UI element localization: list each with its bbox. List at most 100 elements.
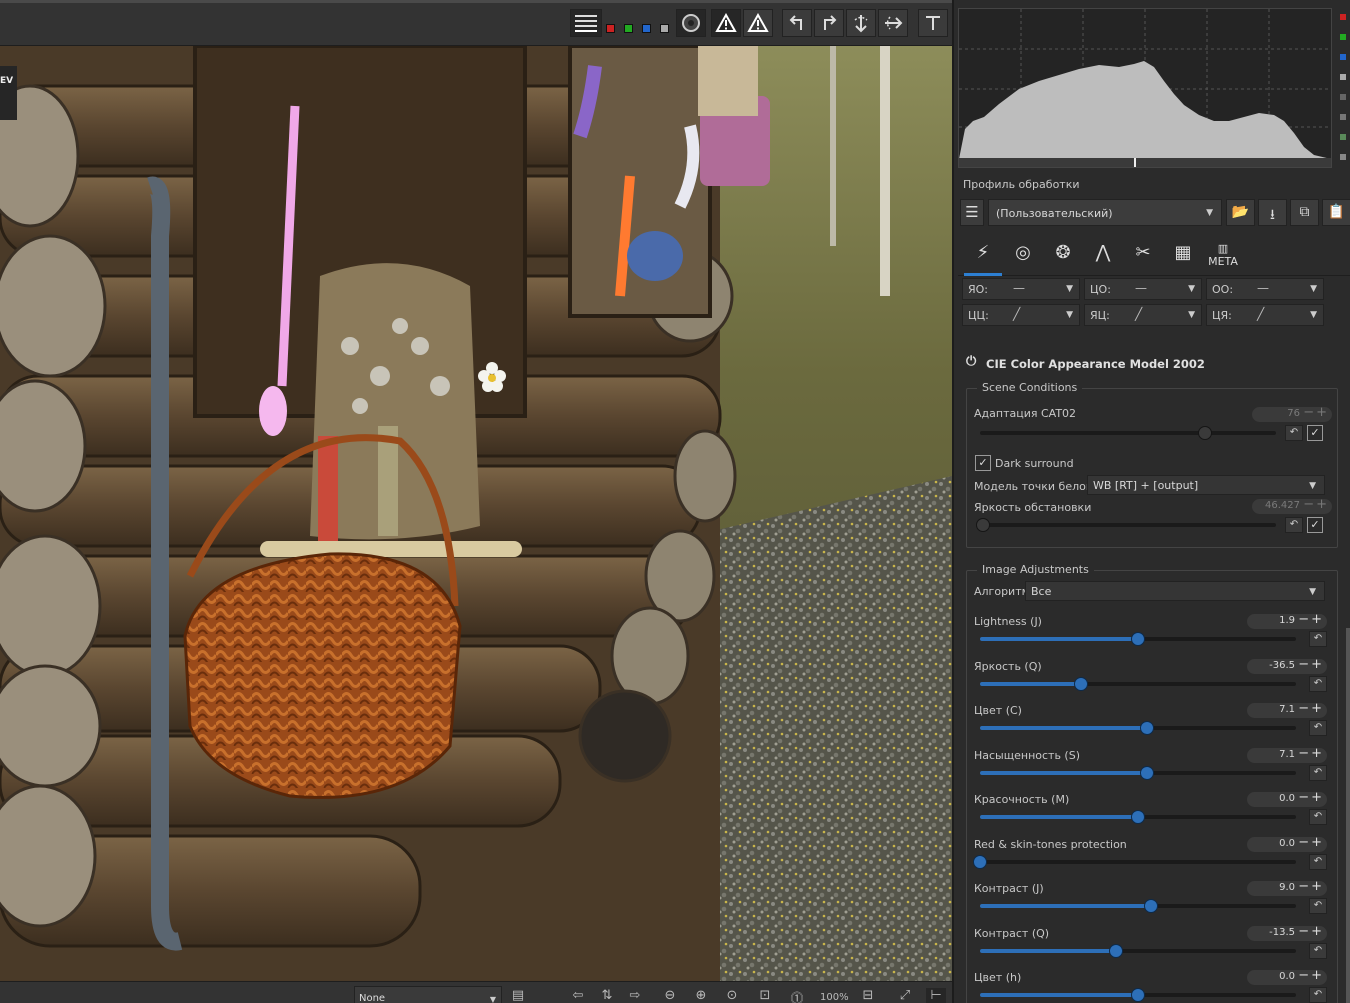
adjustment-value-box[interactable]: 0.0 −+ [1247,790,1327,807]
paste-profile-icon[interactable]: 📋 [1322,199,1350,226]
filmstrip-icon[interactable]: ▤ [508,988,528,1003]
reset-icon[interactable]: ↶ [1309,987,1327,1003]
reset-icon[interactable]: ↶ [1309,853,1327,870]
hist-mode-toggle[interactable] [1340,134,1346,140]
curve-mode-5[interactable]: ЯЦ: ╱ ▼ [1084,304,1202,326]
rotate-left-icon[interactable] [782,9,812,37]
adaptation-slider-knob[interactable] [1197,426,1212,440]
red-channel-toggle[interactable] [606,24,615,33]
reset-icon[interactable]: ↶ [1309,942,1327,959]
adjustment-value-box[interactable]: -36.5 −+ [1247,657,1327,674]
hist-chroma-toggle[interactable] [1340,94,1346,100]
tab-detail-icon[interactable]: ◎ [1008,242,1038,272]
new-detail-window-icon[interactable]: ⊟ [858,988,878,1003]
adjustment-slider[interactable] [980,943,1296,958]
highlight-clipping-warning-icon[interactable] [743,9,773,37]
luminance-channel-toggle[interactable] [660,24,669,33]
save-profile-icon[interactable]: ⭳ [1258,199,1287,226]
adjustment-slider-knob[interactable] [1108,943,1123,958]
reset-icon[interactable]: ↶ [1285,517,1303,533]
adjustment-value-box[interactable]: 7.1 −+ [1247,701,1327,718]
white-model-select[interactable]: WB [RT] + [output] ▼ [1087,475,1325,495]
luminance-value-box[interactable]: 46.427 −+ [1252,497,1332,514]
curve-mode-2[interactable]: ЦО: — ▼ [1084,278,1202,300]
adjustment-slider-knob[interactable] [1074,676,1089,691]
hist-bar-toggle[interactable] [1340,154,1346,160]
adjustment-slider-knob[interactable] [973,854,987,869]
tab-metadata-icon[interactable]: ▥ META [1208,242,1238,272]
reset-icon[interactable]: ↶ [1309,764,1327,781]
curve-mode-3[interactable]: ОО: — ▼ [1206,278,1324,300]
adjustment-slider[interactable] [973,854,1296,869]
tab-transform-icon[interactable]: ✂ [1128,242,1158,272]
reset-icon[interactable]: ↶ [1309,631,1327,647]
adjustment-value-box[interactable]: 0.0 −+ [1247,968,1327,985]
luminance-slider-knob[interactable] [975,518,990,532]
sync-icon[interactable]: ⇅ [597,988,617,1003]
adjustment-slider[interactable] [980,810,1296,824]
tab-raw-icon[interactable]: ▦ [1168,242,1198,272]
adjustment-slider[interactable] [980,632,1296,646]
adjustment-value-box[interactable]: 9.0 −+ [1247,879,1327,896]
adjustment-value-box[interactable]: 0.0 −+ [1247,835,1327,852]
adjustment-slider-knob[interactable] [1131,632,1145,646]
flip-horizontal-icon[interactable] [878,9,908,37]
reset-icon[interactable]: ↶ [1309,898,1327,914]
algorithm-select[interactable]: Все ▼ [1025,581,1325,601]
hist-red-toggle[interactable] [1340,14,1346,20]
dark-surround-checkbox[interactable]: ✓ [975,455,991,471]
adjustment-value-box[interactable]: 7.1 −+ [1247,746,1327,763]
reset-icon[interactable]: ↶ [1285,425,1303,441]
adjustment-slider[interactable] [980,765,1296,780]
auto-checkbox[interactable]: ✓ [1307,425,1323,441]
luminance-slider[interactable] [975,518,1276,532]
zoom-fit-icon[interactable]: ⊙ [722,988,742,1003]
tab-advanced-icon[interactable]: ⋀ [1088,242,1118,272]
adjustment-slider[interactable] [980,988,1296,1002]
tab-color-icon[interactable]: ❂ [1048,242,1078,272]
reset-icon[interactable]: ↶ [1309,809,1327,825]
adjustment-slider-knob[interactable] [1131,988,1145,1002]
flip-vertical-icon[interactable] [846,9,876,37]
adjustment-slider-knob[interactable] [1143,899,1158,913]
copy-profile-icon[interactable]: ⧉ [1290,199,1319,226]
next-image-icon[interactable]: ⇨ [625,988,645,1003]
focus-mask-icon[interactable] [676,9,706,37]
adaptation-slider[interactable] [980,426,1276,440]
histogram-options-icon[interactable] [570,9,602,37]
zoom-out-icon[interactable]: ⊖ [660,988,680,1003]
hist-blue-toggle[interactable] [1340,54,1346,60]
reset-icon[interactable]: ↶ [1309,675,1327,692]
preview-mode-select[interactable]: None ▼ [354,986,502,1003]
ciecam-panel-header[interactable]: ⏻ CIE Color Appearance Model 2002 [962,352,1344,376]
adjustment-slider-knob[interactable] [1140,721,1155,735]
hist-green-toggle[interactable] [1340,34,1346,40]
image-preview[interactable] [0,46,952,981]
green-channel-toggle[interactable] [624,24,633,33]
previous-image-icon[interactable]: ⇦ [568,988,588,1003]
zoom-in-icon[interactable]: ⊕ [691,988,711,1003]
profile-list-icon[interactable]: ☰ [960,199,984,226]
tab-exposure-icon[interactable]: ⚡ [964,242,1002,276]
blue-channel-toggle[interactable] [642,24,651,33]
open-profile-icon[interactable]: 📂 [1226,199,1255,226]
adjustment-value-box[interactable]: -13.5 −+ [1247,924,1327,941]
adjustment-slider-knob[interactable] [1140,765,1155,780]
adjustment-slider-knob[interactable] [1131,810,1145,824]
collapse-panel-icon[interactable] [918,9,948,37]
panel-toggle-icon[interactable]: ⊢ [926,988,946,1003]
shadow-clipping-warning-icon[interactable] [711,9,741,37]
zoom-fit-crop-icon[interactable]: ⊡ [755,988,775,1003]
power-icon[interactable]: ⏻ [966,354,976,369]
adaptation-value-box[interactable]: 76 −+ [1252,405,1332,422]
adjustment-value-box[interactable]: 1.9 −+ [1247,612,1327,629]
hist-luminance-toggle[interactable] [1340,74,1346,80]
curve-mode-1[interactable]: ЯО: — ▼ [962,278,1080,300]
curve-mode-4[interactable]: ЦЦ: ╱ ▼ [962,304,1080,326]
fullscreen-icon[interactable]: ⤢ [895,988,915,1003]
tool-panel-scrollbar[interactable] [1346,278,1350,1003]
reset-icon[interactable]: ↶ [1309,720,1327,736]
adjustment-slider[interactable] [980,676,1296,691]
hist-raw-toggle[interactable] [1340,114,1346,120]
curve-mode-6[interactable]: ЦЯ: ╱ ▼ [1206,304,1324,326]
